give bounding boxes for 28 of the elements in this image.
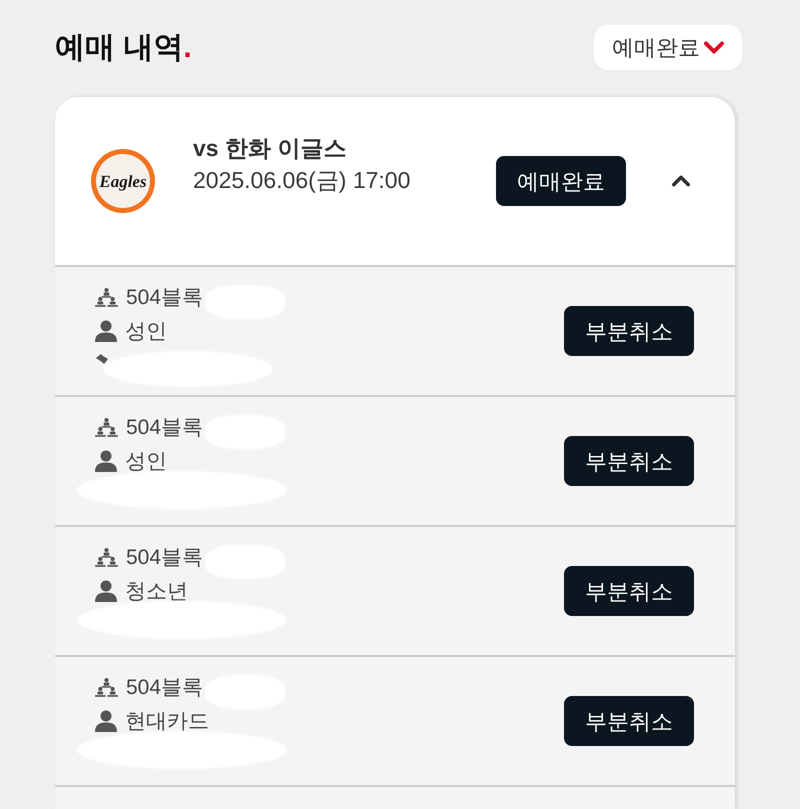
person-icon xyxy=(95,320,117,342)
seat-label: 504블록 xyxy=(126,676,204,698)
ticket-type-label: 청소년 xyxy=(125,580,188,602)
person-icon xyxy=(95,710,117,732)
seat-label: 504블록 xyxy=(126,286,204,308)
person-icon xyxy=(95,580,117,602)
seat-icon xyxy=(95,288,118,306)
status-filter-dropdown[interactable]: 예매완료 xyxy=(594,25,742,70)
ticket-type-label: 성인 xyxy=(125,320,167,342)
person-icon xyxy=(95,450,117,472)
ticket-type-label: 현대카드 xyxy=(125,710,209,732)
partial-cancel-button[interactable]: 부분취소 xyxy=(564,696,694,746)
match-title: vs 한화 이글스 xyxy=(193,134,348,162)
team-logo: Eagles xyxy=(88,148,158,214)
match-datetime: 2025.06.06(금) 17:00 xyxy=(193,166,410,194)
seat-label: 504블록 xyxy=(126,416,204,438)
chevron-up-icon[interactable] xyxy=(672,175,690,187)
partial-cancel-button[interactable]: 부분취소 xyxy=(564,566,694,616)
page-title: 예매 내역. xyxy=(55,32,192,62)
partial-cancel-button[interactable]: 부분취소 xyxy=(564,306,694,356)
ticket-type-label: 성인 xyxy=(125,450,167,472)
seat-label: 504블록 xyxy=(126,546,204,568)
seat-icon xyxy=(95,548,118,566)
seat-icon xyxy=(95,678,118,696)
partial-cancel-button[interactable]: 부분취소 xyxy=(564,436,694,486)
seat-icon xyxy=(95,418,118,436)
chevron-down-icon xyxy=(704,41,724,54)
status-badge: 예매완료 xyxy=(496,156,626,206)
